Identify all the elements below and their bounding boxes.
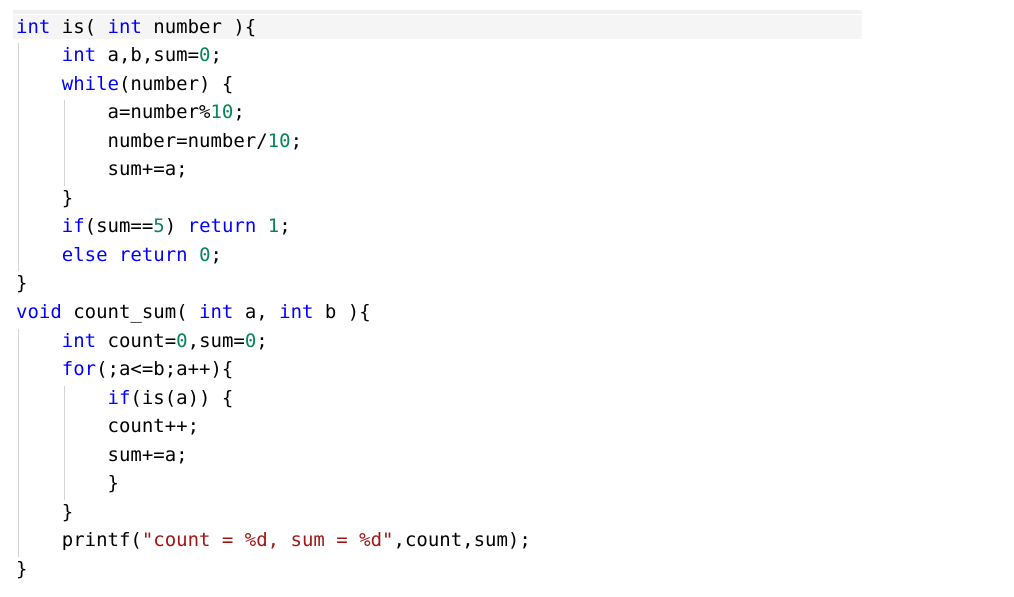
code-token: int: [279, 301, 314, 323]
code-token: int: [199, 301, 234, 323]
code-line[interactable]: if(sum==5) return 1;: [16, 214, 916, 238]
code-token: ;: [256, 330, 268, 352]
code-token: 0: [199, 44, 211, 66]
editor-top-strip: [13, 10, 862, 14]
code-token: void: [16, 301, 62, 323]
code-token: if: [107, 387, 131, 409]
code-line[interactable]: while(number) {: [16, 72, 916, 96]
code-token: else: [61, 244, 108, 266]
code-line[interactable]: void count_sum( int a, int b ){: [16, 300, 916, 324]
code-token: (;a<=b;a++){: [96, 358, 234, 380]
code-line[interactable]: sum+=a;: [16, 443, 916, 467]
code-line[interactable]: }: [16, 186, 916, 210]
code-token: return: [187, 215, 257, 237]
code-line[interactable]: if(is(a)) {: [16, 386, 916, 410]
code-token: int: [16, 16, 51, 38]
code-token: }: [107, 472, 119, 494]
code-line[interactable]: for(;a<=b;a++){: [16, 357, 916, 381]
code-token: ,count,sum);: [393, 529, 531, 551]
code-token: sum+=a;: [107, 444, 188, 466]
code-token: number=number/: [107, 130, 268, 152]
code-line[interactable]: }: [16, 557, 916, 581]
code-line[interactable]: }: [16, 500, 916, 524]
code-token: return: [118, 244, 188, 266]
code-line[interactable]: sum+=a;: [16, 157, 916, 181]
code-editor[interactable]: int is( int number ){ int a,b,sum=0; whi…: [0, 0, 1014, 597]
code-token: if: [61, 215, 85, 237]
code-line[interactable]: int a,b,sum=0;: [16, 43, 916, 67]
code-line[interactable]: }: [16, 471, 916, 495]
code-token: (number) {: [118, 73, 234, 95]
code-token: (is(a)) {: [130, 387, 234, 409]
code-token: sum+=a;: [107, 158, 188, 180]
code-line[interactable]: number=number/10;: [16, 129, 916, 153]
code-token: int: [61, 44, 97, 66]
code-token: 0: [244, 330, 257, 352]
code-token: 10: [267, 130, 291, 152]
code-token: }: [61, 501, 74, 523]
code-token: ;: [210, 244, 222, 266]
code-token: ;: [290, 130, 303, 152]
code-token: is(: [50, 16, 108, 38]
code-token: }: [16, 558, 28, 580]
code-line[interactable]: else return 0;: [16, 243, 916, 267]
code-token: 10: [210, 101, 234, 123]
code-token: count_sum(: [61, 301, 200, 323]
code-token: ;: [210, 44, 222, 66]
code-token: }: [16, 272, 28, 294]
code-token: a,b,sum=: [96, 44, 200, 66]
code-token: int: [107, 16, 142, 38]
code-line[interactable]: int is( int number ){: [13, 15, 862, 39]
code-token: number ){: [141, 16, 257, 38]
code-line[interactable]: }: [16, 271, 916, 295]
code-token: while: [61, 73, 119, 95]
code-token: for: [61, 358, 97, 380]
code-token: count++;: [107, 415, 200, 437]
code-token: 5: [153, 215, 165, 237]
code-line[interactable]: int count=0,sum=0;: [16, 329, 916, 353]
code-token: }: [61, 187, 74, 209]
code-token: count=: [96, 330, 177, 352]
code-token: a=number%: [107, 101, 211, 123]
code-token: "count = %d, sum = %d": [141, 529, 394, 551]
code-token: printf(: [61, 529, 142, 551]
code-token: 1: [267, 215, 280, 237]
code-token: ,sum=: [187, 330, 245, 352]
code-token: 0: [199, 244, 211, 266]
code-token: ): [164, 215, 188, 237]
code-token: int: [61, 330, 97, 352]
code-line[interactable]: a=number%10;: [16, 100, 916, 124]
code-token: a,: [233, 301, 280, 323]
code-token: ;: [233, 101, 245, 123]
code-token: ;: [279, 215, 291, 237]
code-line[interactable]: count++;: [16, 414, 916, 438]
code-token: b ){: [313, 301, 371, 323]
code-token: 0: [176, 330, 188, 352]
code-line[interactable]: printf("count = %d, sum = %d",count,sum)…: [16, 528, 916, 552]
code-token: (sum==: [84, 215, 154, 237]
